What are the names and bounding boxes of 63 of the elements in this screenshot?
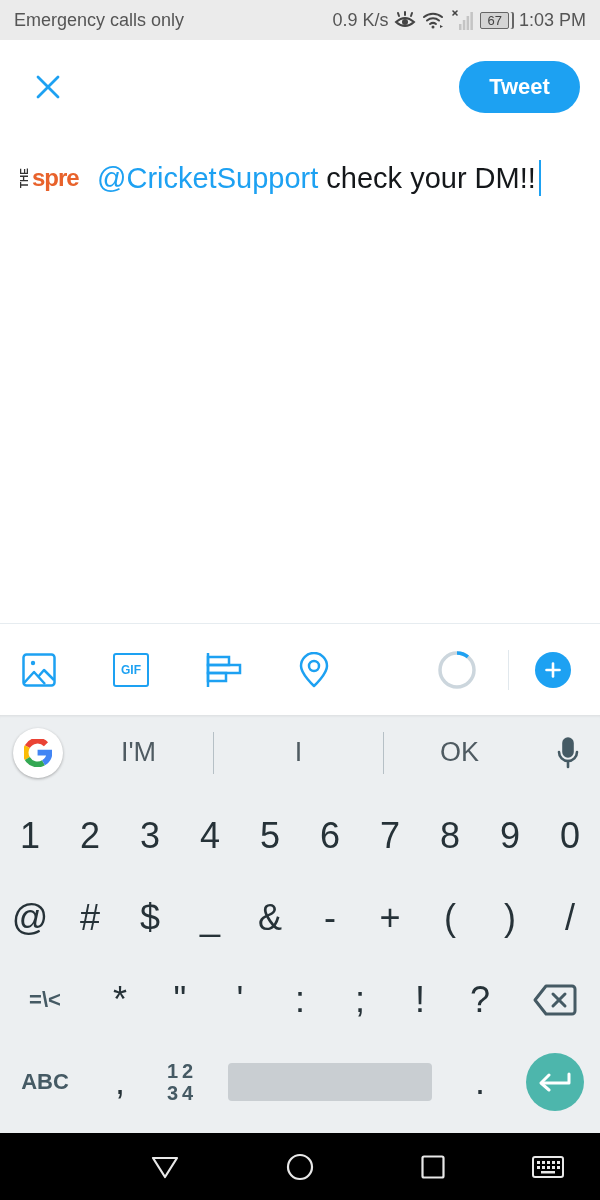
enter-key[interactable] (526, 1053, 584, 1111)
keyboard-key[interactable]: 1 (0, 804, 60, 868)
keyboard-key[interactable]: 4 (180, 804, 240, 868)
recents-icon[interactable] (421, 1154, 445, 1179)
google-search-button[interactable] (13, 727, 63, 778)
keyboard-key[interactable]: + (360, 886, 420, 950)
keyboard-key[interactable]: - (300, 886, 360, 950)
poll-icon (206, 651, 242, 688)
word-suggestion[interactable]: OK (383, 731, 535, 774)
keyboard-key[interactable]: $ (120, 886, 180, 950)
keyboard-key[interactable]: 5 (240, 804, 300, 868)
clock-time: 1:03 PM (518, 9, 586, 31)
keyboard-key[interactable]: " (150, 968, 210, 1032)
keyboard-key[interactable]: 9 (480, 804, 540, 868)
location-button[interactable] (299, 651, 329, 688)
keyboard-key[interactable]: @ (0, 886, 60, 950)
keyboard-key[interactable]: 8 (420, 804, 480, 868)
network-speed: 0.9 K/s (332, 9, 389, 31)
signal-icon (452, 10, 475, 30)
keyboard-key[interactable]: ( (420, 886, 480, 950)
location-pin-icon (299, 651, 329, 688)
voice-input-button[interactable] (556, 736, 579, 769)
poll-button[interactable] (206, 651, 242, 688)
keyboard-key[interactable]: 3 (120, 804, 180, 868)
image-icon (22, 652, 56, 687)
keyboard-key[interactable]: 2 (60, 804, 120, 868)
keyboard-key[interactable]: _ (180, 886, 240, 950)
keyboard-key[interactable]: / (540, 886, 600, 950)
keyboard-key[interactable]: ) (480, 886, 540, 950)
keyboard-key[interactable]: . (450, 1050, 510, 1114)
plus-icon (545, 661, 561, 678)
numpad-key[interactable]: 12 34 (150, 1050, 210, 1114)
add-tweet-button[interactable] (535, 651, 571, 688)
keyboard-key[interactable]: ! (390, 968, 450, 1032)
back-icon[interactable] (151, 1154, 179, 1179)
keyboard-key[interactable]: # (60, 886, 120, 950)
keyboard-key[interactable]: 7 (360, 804, 420, 868)
keyboard-key[interactable]: & (240, 886, 300, 950)
photo-button[interactable] (22, 652, 56, 687)
keyboard-key[interactable]: * (90, 968, 150, 1032)
home-icon[interactable] (286, 1152, 314, 1181)
close-button[interactable] (36, 74, 60, 99)
character-counter-ring (437, 649, 477, 690)
keyboard-icon[interactable] (532, 1155, 564, 1178)
eye-icon (394, 11, 417, 29)
return-arrow-icon (539, 1072, 571, 1092)
backspace-key[interactable] (533, 984, 577, 1016)
abc-key[interactable]: ABC (0, 1050, 90, 1114)
microphone-icon (556, 736, 579, 769)
backspace-icon (533, 984, 577, 1016)
keyboard-key[interactable]: ' (210, 968, 270, 1032)
carrier-status: Emergency calls only (14, 9, 185, 31)
google-g-icon (24, 738, 52, 767)
keyboard-key[interactable]: 0 (540, 804, 600, 868)
keyboard-key[interactable]: ? (450, 968, 510, 1032)
keyboard-key[interactable]: , (90, 1050, 150, 1114)
symbols-key[interactable]: =\< (0, 968, 90, 1032)
keyboard-key[interactable]: : (270, 968, 330, 1032)
keyboard-key[interactable]: 6 (300, 804, 360, 868)
keyboard-key[interactable]: ; (330, 968, 390, 1032)
close-icon (36, 74, 60, 99)
word-suggestion[interactable]: I (213, 731, 383, 774)
word-suggestion[interactable]: I'M (63, 731, 213, 774)
